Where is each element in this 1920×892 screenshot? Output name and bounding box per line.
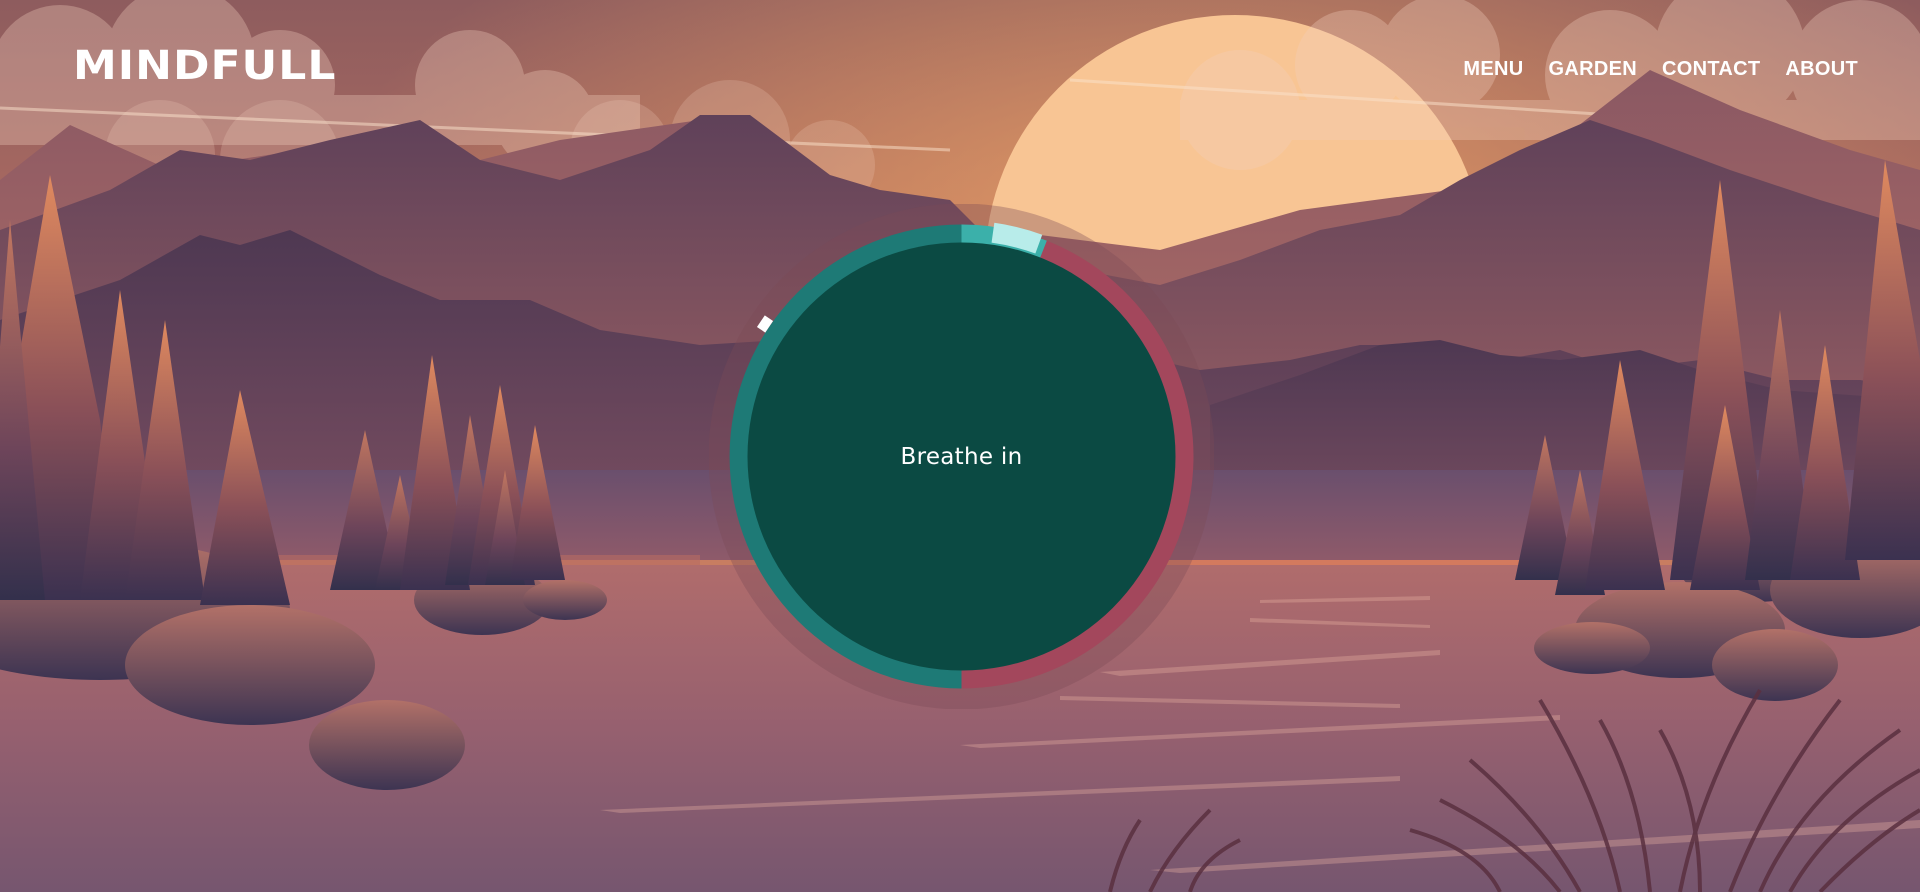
breathing-widget[interactable]: Breathe in — [709, 204, 1214, 709]
rock — [125, 605, 375, 725]
main-nav: MENU GARDEN CONTACT ABOUT — [1463, 58, 1858, 81]
breath-prompt: Breathe in — [900, 443, 1023, 470]
nav-garden-link[interactable]: GARDEN — [1549, 58, 1637, 81]
nav-menu-link[interactable]: MENU — [1463, 58, 1523, 81]
rock — [523, 580, 607, 620]
rock — [1712, 629, 1838, 701]
site-logo[interactable]: MINDFULL — [73, 46, 336, 86]
nav-about-link[interactable]: ABOUT — [1785, 58, 1858, 81]
rock — [309, 700, 465, 790]
hero-section: MINDFULL MENU GARDEN CONTACT ABOUT Breat… — [0, 0, 1920, 892]
nav-contact-link[interactable]: CONTACT — [1662, 58, 1760, 81]
rock — [1534, 622, 1650, 674]
